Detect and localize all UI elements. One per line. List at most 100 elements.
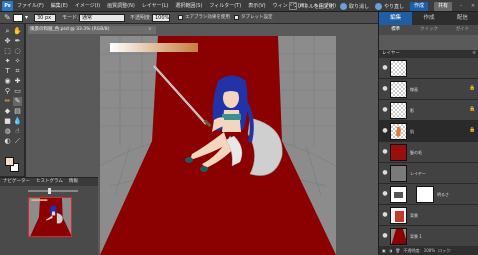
- red-eye-tool-icon[interactable]: ◉: [3, 77, 12, 86]
- smudge-tool-icon[interactable]: ☝: [13, 127, 22, 136]
- menu-layer[interactable]: レイヤー(L): [142, 0, 169, 12]
- subtab-full[interactable]: 標準: [379, 25, 412, 35]
- menu-file[interactable]: ファイル(F): [17, 0, 44, 12]
- zoom-slider-knob[interactable]: [48, 188, 51, 194]
- opacity-label: 不透明度:: [403, 247, 421, 253]
- brush-preset-picker[interactable]: [13, 14, 23, 22]
- hand-tool-icon[interactable]: ✋: [13, 27, 22, 36]
- layer-name: 線画: [410, 87, 418, 92]
- document-close-icon[interactable]: ×: [148, 26, 152, 34]
- tab-create[interactable]: 作成: [412, 12, 445, 25]
- straighten-tool-icon[interactable]: ⟋: [13, 137, 22, 146]
- visibility-eye-icon[interactable]: ●: [382, 65, 388, 71]
- layer-thumbnail: [390, 81, 407, 98]
- new-layer-icon[interactable]: ▣: [382, 248, 386, 253]
- visibility-eye-icon[interactable]: ●: [382, 170, 388, 176]
- search-icon: [288, 2, 297, 10]
- magic-wand-tool-icon[interactable]: ✦: [3, 57, 12, 66]
- layer-row[interactable]: ● レイヤー: [379, 163, 478, 184]
- layer-row[interactable]: ● 線画 🔒: [379, 79, 478, 100]
- quick-fix-button[interactable]: パネルを固定化: [288, 2, 334, 10]
- menu-enhance[interactable]: 画質調整(N): [107, 0, 135, 12]
- layer-row[interactable]: ● 髪の毛: [379, 142, 478, 163]
- tab-histogram[interactable]: ヒストグラム: [36, 178, 63, 186]
- tool-panel: ⌕ ✋ ✥ ✒ ⬚ ◌ ✦ ✧ T ⌗ ◉ ✚ ⚲ ▭ ✏ ✎ ◆ ▤ ■ 💧 …: [0, 24, 25, 176]
- paint-bucket-tool-icon[interactable]: ◆: [3, 107, 12, 116]
- foreground-color-swatch[interactable]: [5, 157, 14, 166]
- brush-tool-icon[interactable]: ✎: [4, 14, 11, 22]
- tab-edit[interactable]: 編集: [379, 12, 413, 25]
- visibility-eye-icon[interactable]: ●: [382, 212, 388, 218]
- marquee-tool-icon[interactable]: ⬚: [3, 47, 12, 56]
- layer-row[interactable]: ● 明るさ: [379, 184, 478, 205]
- mode-select[interactable]: 通常: [79, 14, 125, 22]
- close-icon[interactable]: ×: [470, 3, 476, 9]
- menu-view[interactable]: 表示(V): [248, 0, 265, 12]
- clone-stamp-tool-icon[interactable]: ⚲: [3, 87, 12, 96]
- navigator-thumbnail[interactable]: [28, 197, 72, 237]
- create-button[interactable]: 作成: [409, 1, 428, 11]
- eyedropper-tool-icon[interactable]: ✒: [13, 37, 22, 46]
- document-tab[interactable]: 風景の和服_色.psd @ 33.3% (RGB/8) ×: [28, 26, 156, 34]
- minimize-icon[interactable]: –: [458, 3, 464, 9]
- visibility-eye-icon[interactable]: ●: [382, 233, 388, 239]
- zoom-slider-track[interactable]: [28, 190, 78, 192]
- share-button[interactable]: 共有: [433, 1, 452, 11]
- subtab-guided[interactable]: ガイド: [446, 25, 478, 35]
- visibility-eye-icon[interactable]: ●: [382, 191, 388, 197]
- tab-info[interactable]: 情報: [69, 178, 78, 186]
- airbrush-label: エアブラシ効果を使用: [185, 15, 230, 20]
- visibility-eye-icon[interactable]: ●: [382, 86, 388, 92]
- tablet-checkbox[interactable]: [234, 15, 239, 20]
- layer-row[interactable]: ● 影 🔒: [379, 100, 478, 121]
- crop-tool-icon[interactable]: ⌗: [13, 67, 22, 76]
- mode-tabs: 編集 作成 配信: [379, 12, 478, 25]
- layer-row[interactable]: ● 背景 1: [379, 226, 478, 247]
- opacity-value[interactable]: 100%: [424, 248, 435, 253]
- layer-row-selected[interactable]: ● 肌 🔒: [379, 121, 478, 142]
- move-tool-icon[interactable]: ✥: [3, 37, 12, 46]
- quick-fix-label: パネルを固定化: [298, 3, 334, 10]
- lasso-tool-icon[interactable]: ◌: [13, 47, 22, 56]
- type-tool-icon[interactable]: T: [3, 67, 12, 76]
- layer-row[interactable]: ●: [379, 58, 478, 79]
- menu-edit[interactable]: 編集(E): [51, 0, 68, 12]
- layer-mask-thumbnail[interactable]: [416, 186, 434, 203]
- layer-row[interactable]: ● 背景: [379, 205, 478, 226]
- gradient-tool-icon[interactable]: ▤: [13, 107, 22, 116]
- layer-thumbnail: [390, 165, 407, 182]
- opacity-field[interactable]: 100%: [152, 14, 170, 22]
- pencil-tool-icon[interactable]: ✏: [3, 97, 12, 106]
- menu-image[interactable]: イメージ(I): [75, 0, 100, 12]
- delete-layer-icon[interactable]: 🗑: [395, 248, 400, 253]
- redo-button[interactable]: やり直し: [374, 2, 404, 10]
- healing-tool-icon[interactable]: ✚: [13, 77, 22, 86]
- adjustment-layer-icon[interactable]: ◑: [389, 248, 393, 253]
- airbrush-checkbox[interactable]: [178, 15, 183, 20]
- brush-tip-icon[interactable]: ▾: [25, 14, 28, 22]
- quick-select-tool-icon[interactable]: ✧: [13, 57, 22, 66]
- layer-thumbnail: [390, 144, 407, 161]
- tab-share[interactable]: 配信: [446, 12, 478, 25]
- zoom-tool-icon[interactable]: ⌕: [3, 27, 12, 36]
- visibility-eye-icon[interactable]: ●: [382, 149, 388, 155]
- size-field[interactable]: 30 px: [34, 14, 56, 22]
- visibility-eye-icon[interactable]: ●: [382, 128, 388, 134]
- blur-tool-icon[interactable]: 💧: [13, 117, 22, 126]
- brush-tool-selected-icon[interactable]: ✎: [13, 97, 22, 106]
- visibility-eye-icon[interactable]: ●: [382, 107, 388, 113]
- tablet-label: タブレット設定: [241, 15, 273, 20]
- layers-menu-icon[interactable]: ≡: [472, 50, 476, 58]
- eraser-tool-icon[interactable]: ▭: [13, 87, 22, 96]
- tab-navigator[interactable]: ナビゲーター: [3, 178, 30, 186]
- canvas[interactable]: [100, 36, 336, 255]
- menu-filter[interactable]: フィルター(T): [209, 0, 241, 12]
- shape-tool-icon[interactable]: ■: [3, 117, 12, 126]
- navigator-preview: [29, 198, 71, 236]
- sponge-tool-icon[interactable]: ◍: [3, 127, 12, 136]
- menu-select[interactable]: 選択範囲(S): [175, 0, 202, 12]
- subtab-quick[interactable]: クイック: [412, 25, 445, 35]
- dodge-tool-icon[interactable]: ◐: [3, 137, 12, 146]
- undo-label: 取り消し: [348, 3, 369, 10]
- undo-button[interactable]: 取り消し: [339, 2, 369, 10]
